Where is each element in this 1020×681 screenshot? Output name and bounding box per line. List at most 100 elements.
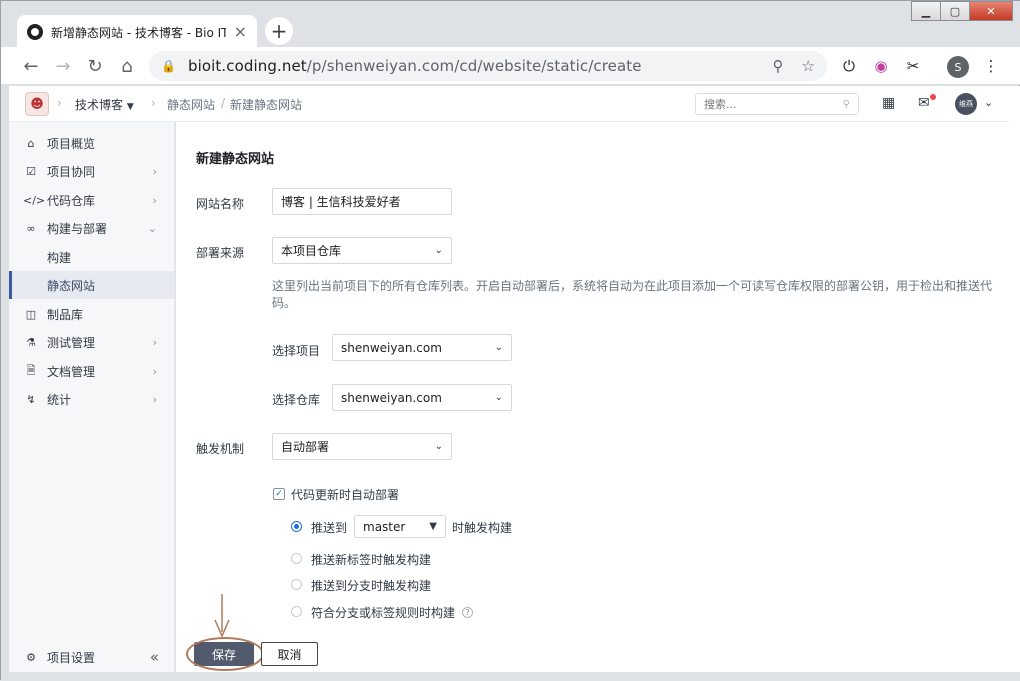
tab-close-icon[interactable]: × <box>234 24 247 40</box>
user-avatar[interactable]: 维燕 <box>955 93 977 115</box>
site-name-input[interactable]: 博客 | 生信科技爱好者 <box>272 188 452 215</box>
collapse-sidebar-icon[interactable]: « <box>150 648 159 666</box>
gear-icon: ⚙ <box>26 650 36 664</box>
annotation-ring <box>186 637 264 671</box>
tab-title: 新增静态网站 - 技术博客 - Bio IT <box>51 25 226 40</box>
code-icon: </> <box>23 193 46 207</box>
trigger-label: 触发机制 <box>196 442 245 456</box>
sidebar-item-build-deploy[interactable]: ∞ 构建与部署 ⌄ <box>9 214 175 242</box>
push-branch-radio[interactable] <box>291 521 302 532</box>
push-suffix-label: 时触发构建 <box>452 521 513 535</box>
rule-match-radio[interactable] <box>291 606 302 617</box>
sidebar-item-label: 构建 <box>47 250 72 265</box>
chevron-right-icon: › <box>152 335 157 349</box>
chevron-down-icon: ⌄ <box>147 221 157 235</box>
home-icon[interactable]: ⌂ <box>113 52 141 80</box>
push-any-branch-radio[interactable] <box>291 579 302 590</box>
reload-icon[interactable]: ↻ <box>81 52 109 80</box>
sidebar-item-docs[interactable]: 🗎 文档管理 › <box>9 357 175 385</box>
browser-tab[interactable]: 新增静态网站 - 技术博客 - Bio IT × <box>17 15 257 49</box>
sidebar-item-testing[interactable]: ⚗ 测试管理 › <box>9 328 175 356</box>
chevron-right-icon: › <box>152 364 157 378</box>
repo-label: 选择仓库 <box>272 393 321 407</box>
forward-arrow-icon[interactable]: → <box>49 52 77 80</box>
cancel-button[interactable]: 取消 <box>261 642 318 666</box>
checkbox-icon: ☑ <box>26 164 36 178</box>
sidebar-item-overview[interactable]: ⌂ 项目概览 <box>9 129 175 157</box>
browser-toolbar: ← → ↻ ⌂ 🔒 bioit.coding.net/p/shenweiyan.… <box>1 47 1020 85</box>
power-extension-icon[interactable]: ⏻ <box>839 56 859 76</box>
zoom-icon[interactable]: ⚲ <box>773 57 784 75</box>
flask-icon: ⚗ <box>26 335 36 349</box>
caret-down-icon: ▼ <box>429 521 437 532</box>
sidebar-item-code-repo[interactable]: </> 代码仓库 › <box>9 186 175 214</box>
sidebar-item-build[interactable]: 构建 <box>9 243 175 271</box>
search-input[interactable] <box>704 97 824 111</box>
sidebar-item-settings[interactable]: ⚙ 项目设置 « <box>9 643 175 671</box>
page-title: 新建静态网站 <box>196 152 275 167</box>
source-label: 部署来源 <box>196 246 245 260</box>
annotation-arrow-icon <box>214 594 230 638</box>
browser-menu-icon[interactable]: ⋮ <box>981 56 1001 76</box>
branch-select-value: master <box>363 519 406 534</box>
project-switcher[interactable]: 技术博客 ▼ <box>75 96 134 113</box>
branch-select[interactable]: master ▼ <box>354 515 446 538</box>
back-arrow-icon[interactable]: ← <box>17 52 45 80</box>
project-select[interactable]: shenweiyan.com ⌄ <box>332 334 512 361</box>
push-any-branch-label: 推送到分支时触发构建 <box>311 579 432 593</box>
chevron-right-icon: › <box>152 193 157 207</box>
breadcrumb-current: 新建静态网站 <box>230 98 303 112</box>
scissors-extension-icon[interactable]: ✂ <box>903 56 923 76</box>
breadcrumb-section[interactable]: 静态网站 <box>167 96 215 113</box>
breadcrumb-slash: / <box>221 96 226 110</box>
help-text: 这里列出当前项目下的所有仓库列表。开启自动部署后，系统将自动为在此项目添加一个可… <box>272 279 993 310</box>
sidebar-item-label: 构建与部署 <box>47 221 108 236</box>
chevron-down-icon: ⌄ <box>494 342 503 353</box>
help-question-icon[interactable]: ? <box>462 607 473 618</box>
project-sidebar: ⌂ 项目概览 ☑ 项目协同 › </> 代码仓库 › ∞ 构建与部署 ⌄ 构建 … <box>9 122 175 672</box>
auto-deploy-checkbox[interactable]: ✓ <box>273 488 285 500</box>
calendar-icon[interactable]: ▦ <box>882 95 895 111</box>
close-window-button[interactable]: ✕ <box>969 1 1013 21</box>
push-tag-radio[interactable] <box>291 553 302 564</box>
bookmark-star-icon[interactable]: ☆ <box>802 57 815 75</box>
new-tab-button[interactable]: + <box>265 17 293 45</box>
chevron-right-icon: › <box>152 392 157 406</box>
sidebar-item-stats[interactable]: ↯ 统计 › <box>9 385 175 413</box>
chevron-down-icon: ⌄ <box>494 392 503 403</box>
infinity-icon: ∞ <box>26 221 36 235</box>
url-text[interactable]: bioit.coding.net/p/shenweiyan.com/cd/web… <box>188 57 755 75</box>
rule-match-label: 符合分支或标签规则时构建 <box>311 606 456 620</box>
breadcrumb-separator-icon: › <box>57 96 62 110</box>
maximize-button[interactable]: ▢ <box>940 1 970 21</box>
sidebar-item-collaboration[interactable]: ☑ 项目协同 › <box>9 157 175 185</box>
chart-icon: ↯ <box>26 392 36 406</box>
repo-select-value: shenweiyan.com <box>341 390 442 405</box>
tab-strip: 新增静态网站 - 技术博客 - Bio IT × + ▁ ▢ ✕ <box>1 1 1020 49</box>
auto-deploy-label: 代码更新时自动部署 <box>291 488 400 502</box>
sidebar-item-static-site[interactable]: 静态网站 <box>9 271 175 299</box>
app-header: ☻ › 技术博客 ▼ › 静态网站 / 新建静态网站 ⚲ ▦ ✉ 维燕 ⌄ <box>9 86 1009 122</box>
chevron-down-icon: ⌄ <box>434 441 443 452</box>
site-favicon-icon <box>27 24 43 40</box>
sidebar-item-label: 代码仓库 <box>47 193 96 208</box>
page-scrollbar[interactable] <box>1009 86 1020 672</box>
project-logo-icon[interactable]: ☻ <box>25 92 49 116</box>
address-bar[interactable]: 🔒 bioit.coding.net/p/shenweiyan.com/cd/w… <box>149 51 827 81</box>
push-to-label: 推送到 <box>311 521 348 535</box>
browser-profile-avatar[interactable]: S <box>947 56 969 78</box>
repo-select[interactable]: shenweiyan.com ⌄ <box>332 384 512 411</box>
sidebar-item-label: 测试管理 <box>47 335 96 350</box>
source-select[interactable]: 本项目仓库 ⌄ <box>272 237 452 264</box>
sidebar-item-label: 文档管理 <box>47 364 96 379</box>
global-search[interactable]: ⚲ <box>695 93 859 115</box>
artifact-icon: ◫ <box>25 307 37 321</box>
sidebar-item-artifacts[interactable]: ◫ 制品库 <box>9 300 175 328</box>
push-tag-label: 推送新标签时触发构建 <box>311 553 432 567</box>
minimize-button[interactable]: ▁ <box>911 1 941 21</box>
bell-icon[interactable]: ✉ <box>918 95 930 111</box>
color-extension-icon[interactable]: ◉ <box>871 56 891 76</box>
notification-dot <box>930 94 936 100</box>
trigger-select[interactable]: 自动部署 ⌄ <box>272 433 452 460</box>
chevron-down-icon[interactable]: ⌄ <box>984 96 993 109</box>
